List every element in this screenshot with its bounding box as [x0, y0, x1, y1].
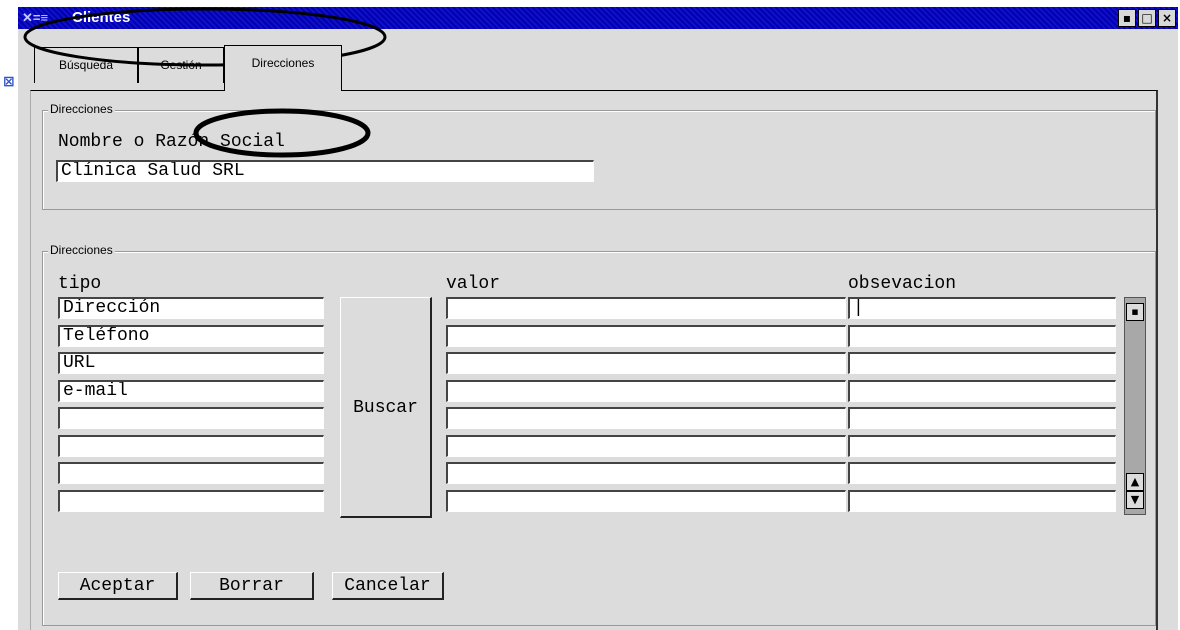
annotation-overlay: [23, 7, 387, 158]
tab-direcciones[interactable]: Direcciones: [224, 45, 342, 91]
annotation-ellipse-label: [193, 108, 371, 158]
